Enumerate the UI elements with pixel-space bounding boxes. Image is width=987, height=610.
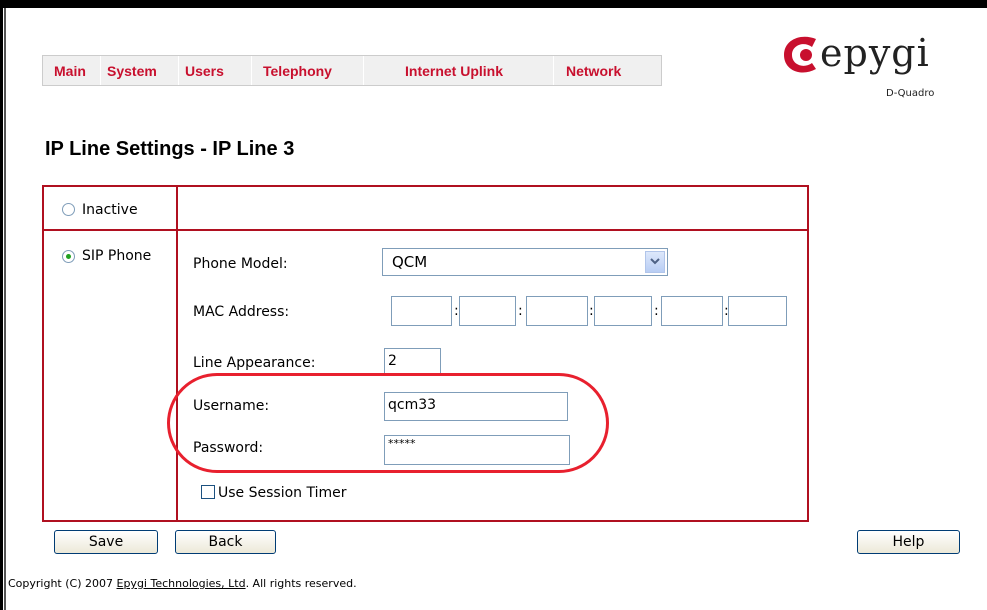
nav-separator bbox=[553, 56, 554, 85]
mac-separator: : bbox=[518, 303, 523, 319]
main-nav: Main System Users Telephony Internet Upl… bbox=[42, 55, 662, 86]
phone-model-select[interactable]: QCM bbox=[382, 248, 668, 276]
mac-address-field-3[interactable] bbox=[526, 296, 588, 326]
inactive-label: Inactive bbox=[82, 202, 138, 218]
line-appearance-label: Line Appearance: bbox=[193, 355, 316, 371]
username-label: Username: bbox=[193, 398, 270, 414]
mac-address-field-4[interactable] bbox=[594, 296, 652, 326]
session-timer-checkbox[interactable] bbox=[201, 485, 215, 499]
back-button[interactable]: Back bbox=[175, 530, 276, 554]
logo-subtitle: D-Quadro bbox=[886, 88, 935, 99]
phone-model-value: QCM bbox=[392, 253, 428, 271]
logo-wordmark: epygi bbox=[820, 31, 930, 75]
nav-telephony[interactable]: Telephony bbox=[263, 63, 332, 79]
nav-separator bbox=[363, 56, 364, 85]
nav-internet-uplink[interactable]: Internet Uplink bbox=[405, 63, 503, 79]
mac-address-field-2[interactable] bbox=[459, 296, 516, 326]
mac-separator: : bbox=[454, 303, 459, 319]
radio-selected-dot bbox=[66, 254, 71, 259]
nav-separator bbox=[178, 56, 179, 85]
form-column-divider bbox=[176, 185, 178, 522]
nav-users[interactable]: Users bbox=[185, 63, 224, 79]
mac-separator: : bbox=[654, 303, 659, 319]
window-left-border bbox=[0, 8, 3, 610]
nav-separator bbox=[100, 56, 101, 85]
window-top-border bbox=[0, 0, 987, 8]
nav-network[interactable]: Network bbox=[566, 63, 621, 79]
nav-main[interactable]: Main bbox=[54, 63, 86, 79]
mac-address-label: MAC Address: bbox=[193, 304, 290, 320]
save-button[interactable]: Save bbox=[54, 530, 158, 554]
form-row-divider bbox=[42, 229, 809, 231]
mac-address-field-1[interactable] bbox=[391, 296, 452, 326]
phone-model-label: Phone Model: bbox=[193, 256, 288, 272]
session-timer-label: Use Session Timer bbox=[218, 485, 347, 501]
username-input[interactable]: qcm33 bbox=[384, 392, 568, 421]
page-title: IP Line Settings - IP Line 3 bbox=[45, 138, 295, 160]
sip-phone-radio[interactable] bbox=[62, 250, 75, 263]
mac-address-field-6[interactable] bbox=[728, 296, 787, 326]
nav-separator bbox=[251, 56, 252, 85]
chevron-down-icon bbox=[650, 258, 660, 265]
password-input[interactable]: ***** bbox=[384, 435, 570, 465]
help-button[interactable]: Help bbox=[857, 530, 960, 554]
nav-system[interactable]: System bbox=[107, 63, 157, 79]
copyright-footer: Copyright (C) 2007 Epygi Technologies, L… bbox=[8, 577, 357, 590]
mac-separator: : bbox=[589, 303, 594, 319]
epygi-logo-mark-icon bbox=[784, 36, 816, 73]
epygi-link[interactable]: Epygi Technologies, Ltd bbox=[117, 577, 246, 590]
epygi-logo: epygi D-Quadro bbox=[782, 27, 952, 107]
line-appearance-input[interactable]: 2 bbox=[384, 348, 441, 376]
dropdown-arrow[interactable] bbox=[645, 251, 665, 273]
sip-phone-label: SIP Phone bbox=[82, 248, 152, 264]
window-left-border-inner bbox=[4, 8, 6, 610]
mac-address-field-5[interactable] bbox=[661, 296, 723, 326]
copyright-suffix: . All rights reserved. bbox=[245, 577, 357, 590]
inactive-radio[interactable] bbox=[62, 203, 75, 216]
password-label: Password: bbox=[193, 440, 264, 456]
copyright-prefix: Copyright (C) 2007 bbox=[8, 577, 117, 590]
